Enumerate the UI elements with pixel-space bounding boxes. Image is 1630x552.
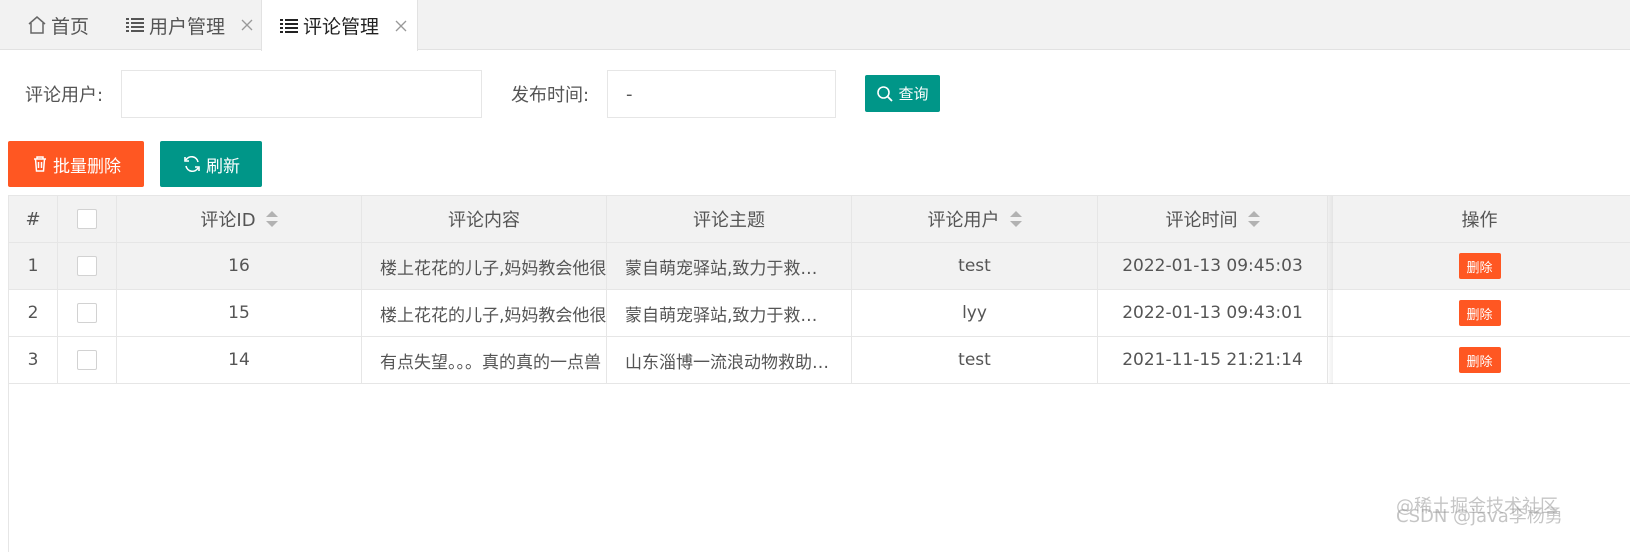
row-topic: 蒙自萌宠驿站,致力于救…: [607, 243, 852, 289]
row-user: test: [852, 337, 1098, 383]
row-id: 14: [117, 337, 362, 383]
row-id: 15: [117, 290, 362, 336]
header-label: 评论时间: [1165, 210, 1238, 231]
publish-time-label: 发布时间:: [511, 85, 590, 106]
delete-button[interactable]: 删除: [1458, 300, 1501, 326]
row-checkbox[interactable]: [77, 303, 97, 323]
refresh-label: 刷新: [206, 156, 240, 177]
delete-button[interactable]: 删除: [1458, 347, 1501, 373]
batch-delete-label: 批量删除: [53, 156, 121, 177]
tab-label: 首页: [51, 15, 90, 38]
row-user: lyy: [852, 290, 1098, 336]
comment-user-input[interactable]: [121, 70, 482, 118]
row-content: 有点失望。。。真的真的一点兽: [362, 337, 607, 383]
header-comment-time[interactable]: 评论时间: [1098, 196, 1328, 242]
fixed-column-shadow: [1327, 196, 1333, 384]
select-all-checkbox[interactable]: [77, 209, 97, 229]
list-icon: [124, 14, 146, 36]
header-index: #: [9, 196, 58, 242]
row-topic: 蒙自萌宠驿站,致力于救…: [607, 290, 852, 336]
table-header-row: # 评论ID 评论内容 评论主题 评论用户 评论时间 操作: [9, 196, 1630, 243]
row-time: 2022-01-13 09:43:01: [1098, 290, 1328, 336]
row-id: 16: [117, 243, 362, 289]
watermark-csdn: CSDN @java李杨勇: [1396, 506, 1563, 527]
refresh-icon: [182, 154, 202, 174]
row-index: 1: [9, 243, 58, 289]
header-comment-user[interactable]: 评论用户: [852, 196, 1098, 242]
list-icon: [278, 15, 300, 37]
header-label: 评论ID: [200, 210, 256, 231]
row-action: 删除: [1328, 243, 1630, 289]
tab-label: 用户管理: [149, 15, 226, 38]
table-row[interactable]: 3 14 有点失望。。。真的真的一点兽 山东淄博一流浪动物救助… test 20…: [9, 337, 1630, 384]
header-action: 操作: [1461, 210, 1498, 231]
close-icon[interactable]: [393, 18, 409, 34]
sort-icon[interactable]: [1009, 211, 1022, 227]
row-time: 2022-01-13 09:45:03: [1098, 243, 1328, 289]
header-comment-id[interactable]: 评论ID: [117, 196, 362, 242]
row-user: test: [852, 243, 1098, 289]
tab-home[interactable]: 首页: [26, 0, 89, 50]
table-row[interactable]: 2 15 楼上花花的儿子,妈妈教会他很 蒙自萌宠驿站,致力于救… lyy 202…: [9, 290, 1630, 337]
row-checkbox[interactable]: [77, 256, 97, 276]
tab-comment-management[interactable]: 评论管理: [261, 0, 418, 51]
header-label: 评论用户: [927, 210, 1000, 231]
sort-icon[interactable]: [265, 211, 278, 227]
delete-button[interactable]: 删除: [1458, 253, 1501, 279]
header-comment-topic: 评论主题: [607, 196, 852, 242]
row-action: 删除: [1328, 290, 1630, 336]
row-select: [58, 290, 117, 336]
row-time: 2021-11-15 21:21:14: [1098, 337, 1328, 383]
tab-label: 评论管理: [303, 16, 380, 38]
comment-user-label: 评论用户:: [25, 85, 104, 106]
header-select-all: [58, 196, 117, 242]
row-action: 删除: [1328, 337, 1630, 383]
row-index: 3: [9, 337, 58, 383]
row-content: 楼上花花的儿子,妈妈教会他很: [362, 290, 607, 336]
search-icon: [876, 85, 894, 103]
row-select: [58, 337, 117, 383]
query-button[interactable]: 查询: [865, 75, 940, 112]
comment-table: # 评论ID 评论内容 评论主题 评论用户 评论时间 操作 1 16 楼上花花的…: [8, 195, 1630, 552]
row-checkbox[interactable]: [77, 350, 97, 370]
tab-bar: 首页 用户管理 评论管理: [0, 0, 1630, 51]
row-content: 楼上花花的儿子,妈妈教会他很: [362, 243, 607, 289]
row-topic: 山东淄博一流浪动物救助…: [607, 337, 852, 383]
refresh-button[interactable]: 刷新: [160, 141, 262, 187]
tab-user-management[interactable]: 用户管理: [124, 0, 255, 50]
header-comment-content: 评论内容: [362, 196, 607, 242]
close-icon[interactable]: [239, 17, 255, 33]
home-icon: [26, 14, 48, 36]
table-row[interactable]: 1 16 楼上花花的儿子,妈妈教会他很 蒙自萌宠驿站,致力于救… test 20…: [9, 243, 1630, 290]
sort-icon[interactable]: [1247, 211, 1260, 227]
row-index: 2: [9, 290, 58, 336]
batch-delete-button[interactable]: 批量删除: [8, 141, 144, 187]
publish-time-range-input[interactable]: -: [607, 70, 836, 118]
query-button-label: 查询: [898, 85, 929, 103]
trash-icon: [31, 155, 49, 173]
row-select: [58, 243, 117, 289]
